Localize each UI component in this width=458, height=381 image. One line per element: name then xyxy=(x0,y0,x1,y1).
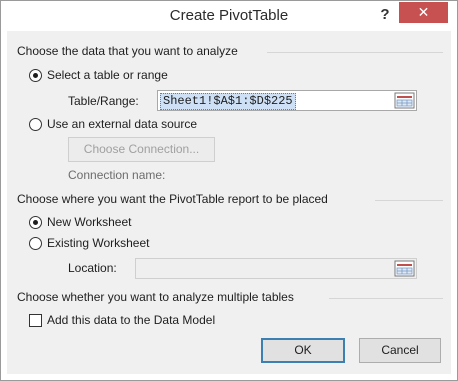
group-title-multiple-tables: Choose whether you want to analyze multi… xyxy=(17,290,294,304)
table-range-input[interactable]: Sheet1!$A$1:$D$225 xyxy=(157,90,417,111)
group-divider xyxy=(329,298,443,299)
create-pivottable-dialog: Create PivotTable ? ✕ Choose the data th… xyxy=(0,0,458,381)
help-button[interactable]: ? xyxy=(375,5,395,25)
table-range-label: Table/Range: xyxy=(68,94,139,108)
choose-connection-button[interactable]: Choose Connection... xyxy=(68,137,215,162)
existing-worksheet-radio[interactable] xyxy=(29,237,42,250)
select-table-label[interactable]: Select a table or range xyxy=(47,68,168,82)
external-source-label[interactable]: Use an external data source xyxy=(47,117,197,131)
dialog-body: Choose the data that you want to analyze… xyxy=(7,31,451,374)
select-table-radio[interactable] xyxy=(29,69,42,82)
close-button[interactable]: ✕ xyxy=(399,2,448,23)
group-title-placement: Choose where you want the PivotTable rep… xyxy=(17,192,328,206)
ok-button[interactable]: OK xyxy=(261,338,345,363)
range-selector-icon[interactable] xyxy=(394,92,415,109)
existing-worksheet-label[interactable]: Existing Worksheet xyxy=(47,236,150,250)
connection-name-label: Connection name: xyxy=(68,168,166,182)
group-divider xyxy=(267,52,443,53)
location-input[interactable] xyxy=(135,258,417,279)
new-worksheet-radio[interactable] xyxy=(29,216,42,229)
external-source-radio[interactable] xyxy=(29,118,42,131)
table-range-value: Sheet1!$A$1:$D$225 xyxy=(160,93,296,110)
data-model-checkbox[interactable] xyxy=(29,314,42,327)
cancel-button[interactable]: Cancel xyxy=(359,338,441,363)
group-title-data: Choose the data that you want to analyze xyxy=(17,44,238,58)
range-selector-icon[interactable] xyxy=(394,260,415,277)
title-bar: Create PivotTable ? ✕ xyxy=(1,1,457,31)
close-icon: ✕ xyxy=(417,4,430,20)
data-model-label[interactable]: Add this data to the Data Model xyxy=(47,313,215,327)
group-divider xyxy=(375,200,443,201)
location-label: Location: xyxy=(68,261,117,275)
new-worksheet-label[interactable]: New Worksheet xyxy=(47,215,131,229)
